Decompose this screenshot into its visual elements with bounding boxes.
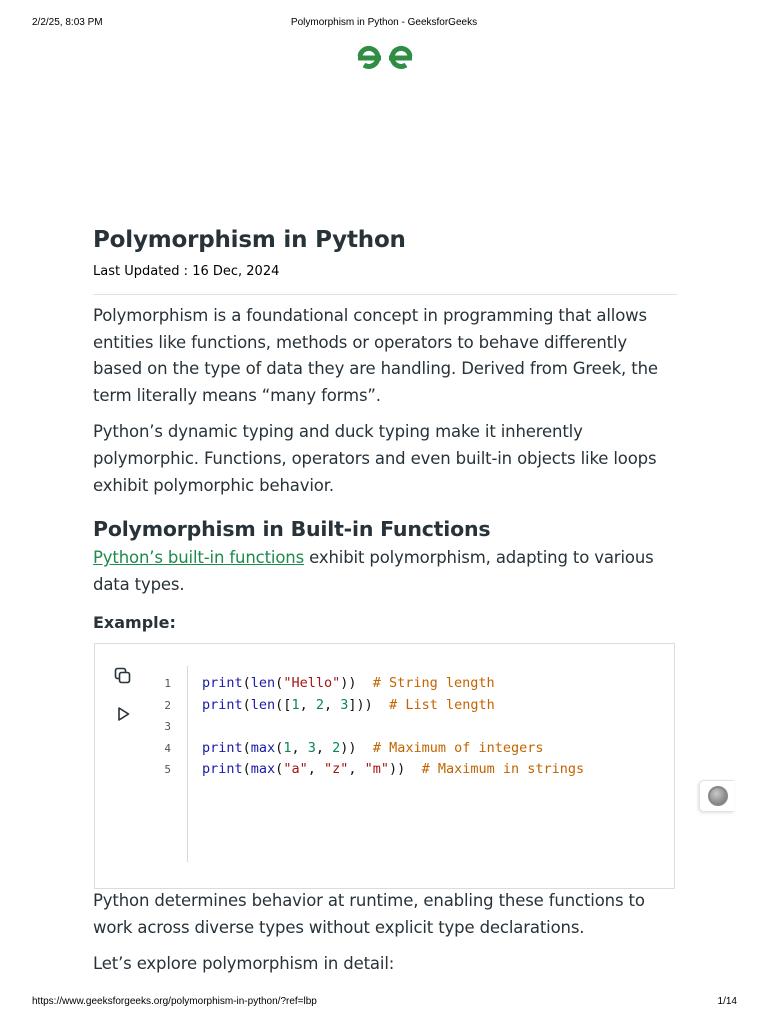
runtime-paragraph: Python determines behavior at runtime, e… — [93, 891, 645, 937]
page-title: Polymorphism in Python — [93, 227, 406, 253]
section-heading: Polymorphism in Built-in Functions — [93, 517, 491, 542]
play-icon[interactable] — [113, 704, 133, 724]
code-example: 1 print(len("Hello")) # String length 2 pri… — [94, 643, 675, 889]
line-number: 4 — [164, 741, 171, 755]
geeksforgeeks-logo-icon[interactable] — [355, 44, 415, 72]
last-updated: Last Updated : 16 Dec, 2024 — [93, 264, 280, 279]
copy-icon[interactable] — [113, 666, 133, 686]
line-number: 2 — [164, 698, 171, 712]
code-toolbar — [113, 666, 133, 742]
print-page-number: 1/14 — [717, 996, 737, 1007]
print-header: 2/2/25, 8:03 PM Polymorphism in Python -… — [0, 17, 768, 31]
intro-paragraph: Polymorphism is a foundational concept i… — [93, 306, 658, 405]
code-line: 3 — [151, 716, 671, 738]
after-code: Python determines behavior at runtime, e… — [93, 888, 677, 978]
print-doc-title: Polymorphism in Python - GeeksforGeeks — [290, 17, 478, 28]
code-line: 1 print(len("Hello")) # String length — [151, 673, 671, 695]
code-line: 2 print(len([1, 2, 3])) # List length — [151, 695, 671, 717]
code-line: 5 print(max("a", "z", "m")) # Maximum in … — [151, 759, 671, 781]
line-number: 1 — [164, 677, 171, 690]
line-number: 5 — [164, 763, 171, 776]
floating-widget[interactable] — [699, 780, 734, 812]
divider — [93, 294, 677, 295]
section-intro: Python’s built-in functions exhibit poly… — [93, 545, 677, 598]
code-text: print(max("a", "z", "m")) # Maximum in s… — [202, 761, 585, 777]
builtin-functions-link[interactable]: Python’s built-in functions — [93, 548, 304, 567]
line-number: 3 — [164, 720, 171, 733]
typing-paragraph: Python’s dynamic typing and duck typing … — [93, 422, 657, 495]
code-line: 4 print(max(1, 3, 2)) # Maximum of intege… — [151, 738, 671, 760]
explore-paragraph: Let’s explore polymorphism in detail: — [93, 954, 395, 974]
example-label: Example: — [93, 613, 176, 633]
feedback-icon[interactable] — [708, 786, 728, 806]
code-text: print(max(1, 3, 2)) # Maximum of integer… — [202, 739, 544, 756]
code-text: print(len([1, 2, 3])) # List length — [202, 696, 495, 713]
print-footer: https://www.geeksforgeeks.org/polymorphi… — [0, 996, 768, 1010]
code-text: print(len("Hello")) # String length — [202, 675, 495, 691]
print-url: https://www.geeksforgeeks.org/polymorphi… — [32, 996, 317, 1007]
article: Polymorphism in Python Last Updated : 16… — [93, 222, 677, 634]
code-lines: 1 print(len("Hello")) # String length 2 pri… — [151, 673, 671, 781]
